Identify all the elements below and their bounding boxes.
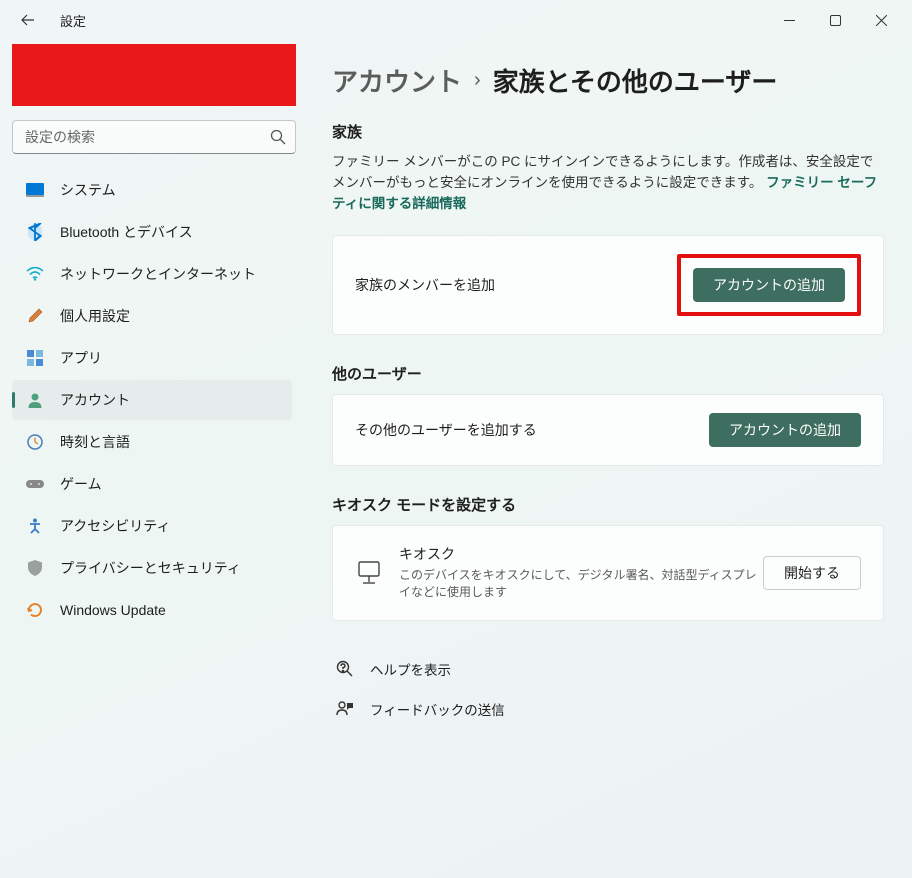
family-description: ファミリー メンバーがこの PC にサインインできるようにします。作成者は、安全…	[332, 152, 884, 215]
nav-label: プライバシーとセキュリティ	[60, 558, 241, 578]
nav-label: ネットワークとインターネット	[60, 264, 256, 284]
add-family-account-button[interactable]: アカウントの追加	[693, 268, 845, 302]
sidebar: システム Bluetooth とデバイス ネットワークとインターネット 個人用設…	[0, 40, 310, 878]
content-area: アカウント › 家族とその他のユーザー 家族 ファミリー メンバーがこの PC …	[310, 40, 912, 878]
minimize-button[interactable]	[766, 0, 812, 40]
nav-item-accounts[interactable]: アカウント	[12, 380, 292, 420]
nav-item-accessibility[interactable]: アクセシビリティ	[12, 506, 292, 546]
kiosk-start-button[interactable]: 開始する	[763, 556, 861, 590]
bluetooth-icon	[26, 223, 44, 241]
clock-globe-icon	[26, 433, 44, 451]
nav-item-update[interactable]: Windows Update	[12, 590, 292, 630]
breadcrumb-current: 家族とその他のユーザー	[493, 62, 778, 99]
account-redacted-block	[12, 44, 296, 106]
add-other-account-button[interactable]: アカウントの追加	[709, 413, 861, 447]
close-button[interactable]	[858, 0, 904, 40]
nav-item-personalization[interactable]: 個人用設定	[12, 296, 292, 336]
app-title: 設定	[60, 11, 86, 30]
help-icon	[336, 660, 354, 678]
kiosk-heading: キオスク モードを設定する	[332, 494, 884, 515]
apps-icon	[26, 349, 44, 367]
maximize-button[interactable]	[812, 0, 858, 40]
nav-label: システム	[60, 180, 116, 200]
display-icon	[26, 181, 44, 199]
nav-label: 個人用設定	[60, 306, 130, 326]
person-icon	[26, 391, 44, 409]
help-label: ヘルプを表示	[370, 659, 451, 679]
other-card-label: その他のユーザーを追加する	[355, 420, 537, 440]
nav-list: システム Bluetooth とデバイス ネットワークとインターネット 個人用設…	[12, 170, 302, 630]
kiosk-icon	[355, 559, 383, 587]
nav-item-time[interactable]: 時刻と言語	[12, 422, 292, 462]
nav-item-gaming[interactable]: ゲーム	[12, 464, 292, 504]
family-member-card: 家族のメンバーを追加 アカウントの追加	[332, 235, 884, 335]
update-icon	[26, 601, 44, 619]
kiosk-desc: このデバイスをキオスクにして、デジタル署名、対話型ディスプレイなどに使用します	[399, 567, 763, 602]
family-heading: 家族	[332, 121, 884, 142]
nav-label: アクセシビリティ	[60, 516, 170, 536]
family-card-label: 家族のメンバーを追加	[355, 275, 495, 295]
nav-item-bluetooth[interactable]: Bluetooth とデバイス	[12, 212, 292, 252]
nav-label: 時刻と言語	[60, 432, 130, 452]
nav-label: ゲーム	[60, 474, 102, 494]
nav-label: アカウント	[60, 390, 130, 410]
nav-item-network[interactable]: ネットワークとインターネット	[12, 254, 292, 294]
titlebar: 設定	[0, 0, 912, 40]
nav-item-apps[interactable]: アプリ	[12, 338, 292, 378]
accessibility-icon	[26, 517, 44, 535]
shield-icon	[26, 559, 44, 577]
feedback-icon	[336, 700, 354, 718]
chevron-right-icon: ›	[474, 69, 481, 92]
feedback-link[interactable]: フィードバックの送信	[332, 689, 884, 729]
wifi-icon	[26, 265, 44, 283]
back-button[interactable]	[8, 0, 48, 40]
nav-item-privacy[interactable]: プライバシーとセキュリティ	[12, 548, 292, 588]
nav-label: アプリ	[60, 348, 102, 368]
breadcrumb: アカウント › 家族とその他のユーザー	[332, 62, 884, 99]
help-link[interactable]: ヘルプを表示	[332, 649, 884, 689]
other-users-heading: 他のユーザー	[332, 363, 884, 384]
other-user-card: その他のユーザーを追加する アカウントの追加	[332, 394, 884, 466]
highlight-annotation: アカウントの追加	[677, 254, 861, 316]
nav-label: Windows Update	[60, 602, 166, 618]
nav-item-system[interactable]: システム	[12, 170, 292, 210]
brush-icon	[26, 307, 44, 325]
nav-label: Bluetooth とデバイス	[60, 222, 193, 242]
kiosk-card: キオスク このデバイスをキオスクにして、デジタル署名、対話型ディスプレイなどに使…	[332, 525, 884, 621]
kiosk-title: キオスク	[399, 544, 763, 564]
breadcrumb-parent[interactable]: アカウント	[332, 62, 462, 99]
gamepad-icon	[26, 475, 44, 493]
feedback-label: フィードバックの送信	[370, 699, 505, 719]
search-input[interactable]	[12, 120, 296, 154]
